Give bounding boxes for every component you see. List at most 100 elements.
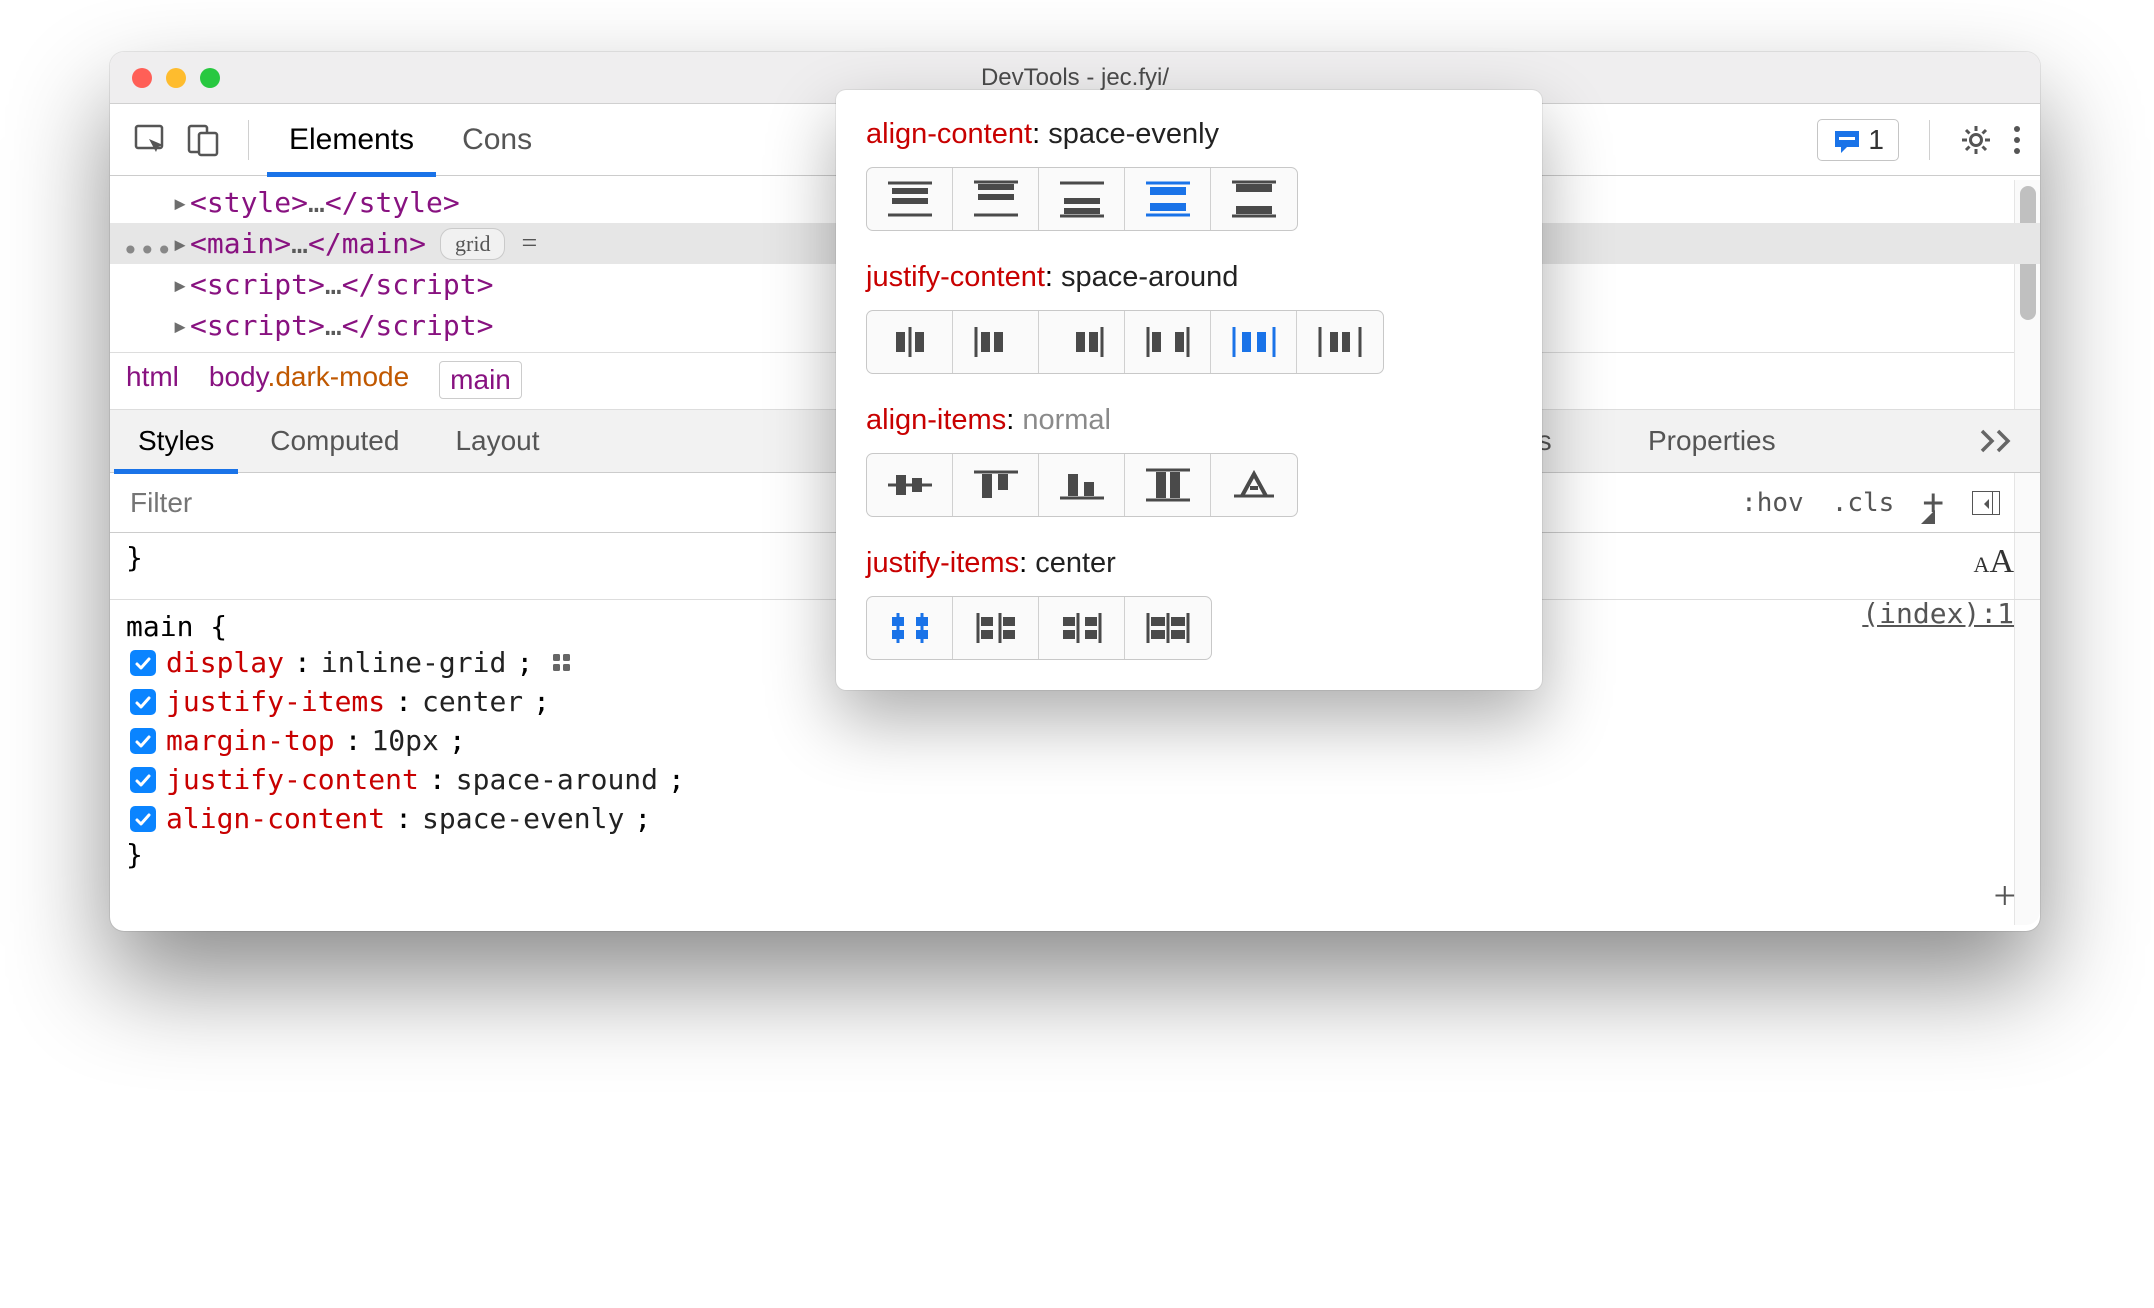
option-jc-1[interactable] (953, 311, 1039, 373)
overflow-menu-icon[interactable]: ••• (122, 234, 173, 267)
option-row (866, 453, 1298, 517)
close-tag: </style> (325, 186, 460, 219)
option-ji-3[interactable] (1125, 597, 1211, 659)
close-window-button[interactable] (132, 68, 152, 88)
css-property[interactable]: margin-top (166, 724, 335, 757)
open-tag: <script> (190, 309, 325, 342)
settings-gear-icon[interactable] (1960, 124, 1992, 156)
css-value[interactable]: center (422, 685, 523, 718)
declaration-checkbox[interactable] (130, 728, 156, 754)
css-property[interactable]: justify-content (166, 763, 419, 796)
open-tag: <style> (190, 186, 308, 219)
css-property[interactable]: justify-items (166, 685, 385, 718)
prop-value: space-evenly (1048, 118, 1219, 150)
panel-tabs: Elements Cons (265, 104, 556, 176)
expand-triangle-icon[interactable]: ▸ (170, 186, 190, 219)
editor-section-align-content: align-content: space-evenly (866, 118, 1512, 231)
prop-name: align-items (866, 404, 1006, 436)
issues-icon (1832, 127, 1860, 153)
ellipsis: … (308, 186, 325, 219)
css-value[interactable]: space-evenly (422, 802, 624, 835)
hov-toggle[interactable]: :hov (1741, 488, 1804, 518)
declaration-checkbox[interactable] (130, 767, 156, 793)
toggle-sidebar-icon[interactable] (1972, 491, 2000, 515)
editor-section-justify-items: justify-items: center (866, 547, 1512, 660)
minimize-window-button[interactable] (166, 68, 186, 88)
equals-char: = (521, 228, 537, 260)
option-ac-4[interactable] (1211, 168, 1297, 230)
new-style-rule-button[interactable]: + (1922, 482, 1944, 523)
label: Computed (270, 425, 399, 457)
option-ac-2[interactable] (1039, 168, 1125, 230)
ellipsis: … (291, 227, 308, 260)
declaration-checkbox[interactable] (130, 650, 156, 676)
devtools-window: DevTools - jec.fyi/ Elements Cons 1 (110, 52, 2040, 931)
option-ji-2[interactable] (1039, 597, 1125, 659)
option-ji-0[interactable] (867, 597, 953, 659)
option-ai-1[interactable] (953, 454, 1039, 516)
option-jc-2[interactable] (1039, 311, 1125, 373)
option-jc-4[interactable] (1211, 311, 1297, 373)
subtab-layout[interactable]: Layout (427, 409, 567, 473)
open-tag: <script> (190, 268, 325, 301)
option-ac-1[interactable] (953, 168, 1039, 230)
css-value[interactable]: 10px (371, 724, 438, 757)
prop-name: justify-content (866, 261, 1045, 293)
more-menu-icon[interactable] (2012, 124, 2022, 156)
tab-console[interactable]: Cons (438, 104, 556, 176)
css-declaration[interactable]: align-content: space-evenly; (126, 799, 2024, 838)
css-declaration[interactable]: justify-content: space-around; (126, 760, 2024, 799)
expand-triangle-icon[interactable]: ▸ (170, 309, 190, 342)
prop-value: space-around (1061, 261, 1238, 293)
crumb-html[interactable]: html (126, 361, 179, 399)
css-value[interactable]: space-around (456, 763, 658, 796)
expand-triangle-icon[interactable]: ▸ (170, 268, 190, 301)
ellipsis: … (325, 309, 342, 342)
subtab-computed[interactable]: Computed (242, 409, 427, 473)
option-ai-2[interactable] (1039, 454, 1125, 516)
prop-name: justify-items (866, 547, 1019, 579)
ellipsis: … (325, 268, 342, 301)
option-ai-0[interactable] (867, 454, 953, 516)
css-value[interactable]: inline-grid (321, 646, 506, 679)
inspect-element-icon[interactable] (134, 124, 168, 156)
option-ac-0[interactable] (867, 168, 953, 230)
label: Properties (1648, 425, 1776, 457)
declaration-checkbox[interactable] (130, 689, 156, 715)
subtab-styles[interactable]: Styles (110, 409, 242, 473)
rule-source-link[interactable]: (index):1 (1862, 597, 2014, 630)
section-title: justify-items: center (866, 547, 1512, 580)
expand-triangle-icon[interactable]: ▸ (170, 227, 190, 260)
option-ai-3[interactable] (1125, 454, 1211, 516)
option-ai-4[interactable] (1211, 454, 1297, 516)
declaration-checkbox[interactable] (130, 806, 156, 832)
crumb-body[interactable]: body.dark-mode (209, 361, 409, 399)
option-row (866, 167, 1298, 231)
option-jc-0[interactable] (867, 311, 953, 373)
option-ac-3[interactable] (1125, 168, 1211, 230)
crumb-main[interactable]: main (439, 361, 522, 399)
editor-section-align-items: align-items: normal (866, 404, 1512, 517)
tab-elements[interactable]: Elements (265, 104, 438, 176)
option-ji-1[interactable] (953, 597, 1039, 659)
section-title: align-items: normal (866, 404, 1512, 437)
font-size-control[interactable]: AA (1974, 543, 2014, 581)
css-property[interactable]: display (166, 646, 284, 679)
editor-section-justify-content: justify-content: space-around (866, 261, 1512, 374)
open-brace: { (210, 610, 227, 643)
more-tabs-icon[interactable] (1978, 425, 2014, 457)
tab-label: Cons (462, 123, 532, 157)
add-declaration-button[interactable]: + (1993, 872, 2016, 919)
device-toolbar-icon[interactable] (186, 123, 220, 157)
zoom-window-button[interactable] (200, 68, 220, 88)
css-declaration[interactable]: margin-top: 10px; (126, 721, 2024, 760)
css-property[interactable]: align-content (166, 802, 385, 835)
open-tag: <main> (190, 227, 291, 260)
subtab-properties[interactable]: Properties (1620, 409, 1804, 473)
issues-chip[interactable]: 1 (1817, 119, 1899, 161)
grid-badge[interactable]: grid (440, 228, 505, 260)
cls-toggle[interactable]: .cls (1832, 488, 1895, 518)
open-grid-editor-icon[interactable] (553, 654, 571, 672)
option-jc-5[interactable] (1297, 311, 1383, 373)
option-jc-3[interactable] (1125, 311, 1211, 373)
